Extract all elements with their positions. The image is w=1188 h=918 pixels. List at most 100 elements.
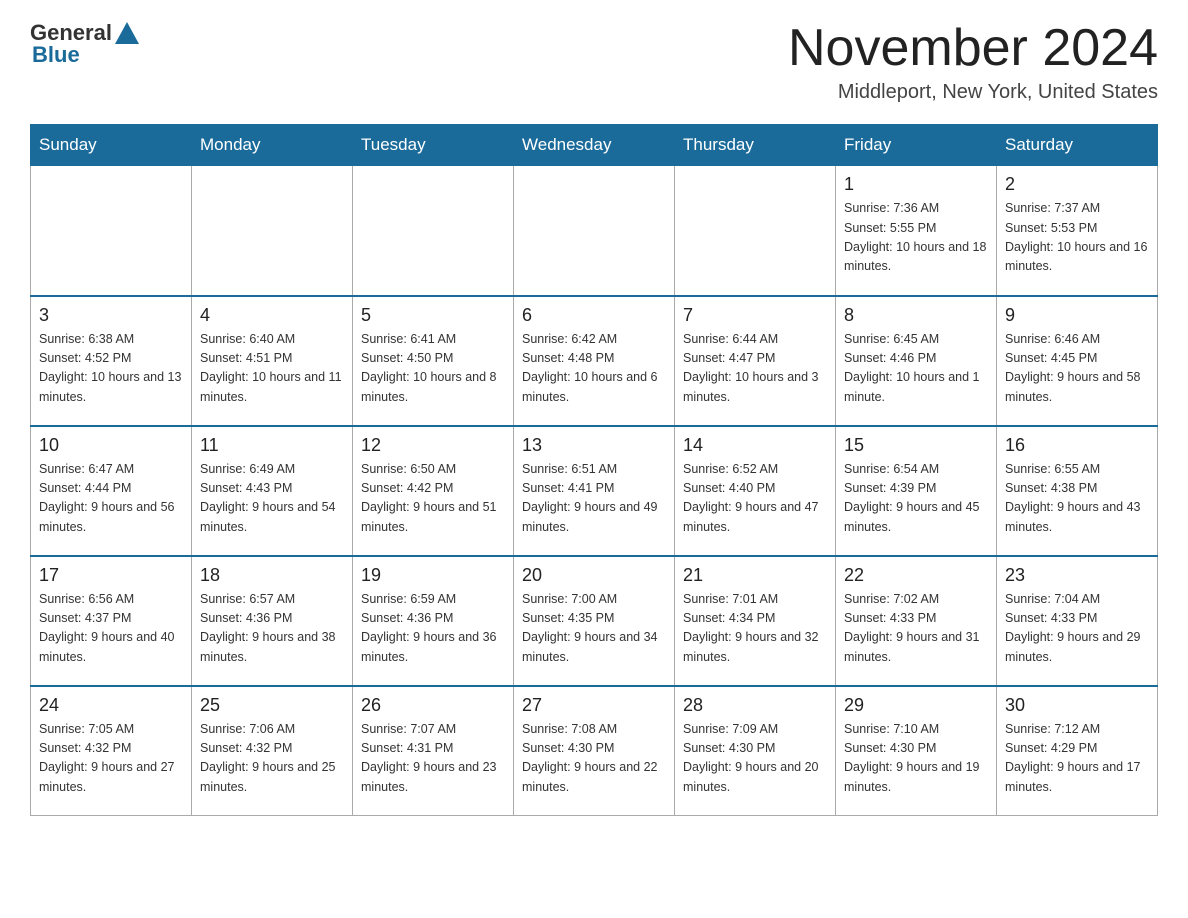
calendar-cell [675, 166, 836, 296]
day-number: 8 [844, 305, 988, 326]
day-info: Sunrise: 7:10 AMSunset: 4:30 PMDaylight:… [844, 720, 988, 798]
calendar-cell: 3 Sunrise: 6:38 AMSunset: 4:52 PMDaylight… [31, 296, 192, 426]
calendar-week-row: 17Sunrise: 6:56 AMSunset: 4:37 PMDayligh… [31, 556, 1158, 686]
day-number: 21 [683, 565, 827, 586]
calendar-cell [514, 166, 675, 296]
day-number: 16 [1005, 435, 1149, 456]
day-info: Sunrise: 6:50 AMSunset: 4:42 PMDaylight:… [361, 460, 505, 538]
day-info: Sunrise: 6:56 AMSunset: 4:37 PMDaylight:… [39, 590, 183, 668]
day-info: Sunrise: 7:07 AMSunset: 4:31 PMDaylight:… [361, 720, 505, 798]
day-info: Sunrise: 7:06 AMSunset: 4:32 PMDaylight:… [200, 720, 344, 798]
page-header: General Blue November 2024 Middleport, N… [30, 20, 1158, 104]
day-number: 3 [39, 305, 183, 326]
day-number: 12 [361, 435, 505, 456]
day-number: 30 [1005, 695, 1149, 716]
day-number: 22 [844, 565, 988, 586]
calendar-table: Sunday Monday Tuesday Wednesday Thursday… [30, 124, 1158, 816]
calendar-cell: 19 Sunrise: 6:59 AMSunset: 4:36 PMDayligh… [353, 556, 514, 686]
day-info: Sunrise: 6:57 AMSunset: 4:36 PMDaylight:… [200, 590, 344, 668]
day-info: Sunrise: 6:42 AMSunset: 4:48 PMDaylight:… [522, 330, 666, 408]
calendar-cell: 17Sunrise: 6:56 AMSunset: 4:37 PMDayligh… [31, 556, 192, 686]
calendar-header-row: Sunday Monday Tuesday Wednesday Thursday… [31, 125, 1158, 166]
calendar-cell: 1Sunrise: 7:36 AMSunset: 5:55 PMDaylight… [836, 166, 997, 296]
calendar-cell: 15 Sunrise: 6:54 AMSunset: 4:39 PMDayligh… [836, 426, 997, 556]
day-number: 6 [522, 305, 666, 326]
calendar-week-row: 10 Sunrise: 6:47 AMSunset: 4:44 PMDayligh… [31, 426, 1158, 556]
calendar-week-row: 1Sunrise: 7:36 AMSunset: 5:55 PMDaylight… [31, 166, 1158, 296]
calendar-week-row: 24 Sunrise: 7:05 AMSunset: 4:32 PMDayligh… [31, 686, 1158, 816]
calendar-cell: 5 Sunrise: 6:41 AMSunset: 4:50 PMDaylight… [353, 296, 514, 426]
day-info: Sunrise: 7:36 AMSunset: 5:55 PMDaylight:… [844, 199, 988, 277]
title-area: November 2024 Middleport, New York, Unit… [788, 20, 1158, 104]
day-number: 23 [1005, 565, 1149, 586]
calendar-cell: 26 Sunrise: 7:07 AMSunset: 4:31 PMDayligh… [353, 686, 514, 816]
day-info: Sunrise: 7:37 AMSunset: 5:53 PMDaylight:… [1005, 199, 1149, 277]
calendar-cell: 4 Sunrise: 6:40 AMSunset: 4:51 PMDaylight… [192, 296, 353, 426]
calendar-cell: 21 Sunrise: 7:01 AMSunset: 4:34 PMDayligh… [675, 556, 836, 686]
calendar-cell: 14 Sunrise: 6:52 AMSunset: 4:40 PMDayligh… [675, 426, 836, 556]
day-number: 2 [1005, 174, 1149, 195]
day-number: 29 [844, 695, 988, 716]
calendar-cell: 6 Sunrise: 6:42 AMSunset: 4:48 PMDaylight… [514, 296, 675, 426]
calendar-cell: 30 Sunrise: 7:12 AMSunset: 4:29 PMDayligh… [997, 686, 1158, 816]
day-number: 26 [361, 695, 505, 716]
calendar-cell: 2 Sunrise: 7:37 AMSunset: 5:53 PMDaylight… [997, 166, 1158, 296]
day-info: Sunrise: 6:47 AMSunset: 4:44 PMDaylight:… [39, 460, 183, 538]
col-thursday: Thursday [675, 125, 836, 166]
logo-triangle-icon [115, 22, 139, 44]
calendar-cell: 20 Sunrise: 7:00 AMSunset: 4:35 PMDayligh… [514, 556, 675, 686]
day-info: Sunrise: 6:54 AMSunset: 4:39 PMDaylight:… [844, 460, 988, 538]
day-number: 7 [683, 305, 827, 326]
calendar-cell: 9 Sunrise: 6:46 AMSunset: 4:45 PMDaylight… [997, 296, 1158, 426]
month-title: November 2024 [788, 20, 1158, 77]
day-info: Sunrise: 6:41 AMSunset: 4:50 PMDaylight:… [361, 330, 505, 408]
day-info: Sunrise: 7:00 AMSunset: 4:35 PMDaylight:… [522, 590, 666, 668]
day-number: 20 [522, 565, 666, 586]
col-sunday: Sunday [31, 125, 192, 166]
calendar-cell [353, 166, 514, 296]
col-tuesday: Tuesday [353, 125, 514, 166]
day-info: Sunrise: 6:55 AMSunset: 4:38 PMDaylight:… [1005, 460, 1149, 538]
calendar-cell: 18 Sunrise: 6:57 AMSunset: 4:36 PMDayligh… [192, 556, 353, 686]
calendar-cell: 10 Sunrise: 6:47 AMSunset: 4:44 PMDayligh… [31, 426, 192, 556]
calendar-cell: 13 Sunrise: 6:51 AMSunset: 4:41 PMDayligh… [514, 426, 675, 556]
day-info: Sunrise: 6:40 AMSunset: 4:51 PMDaylight:… [200, 330, 344, 408]
day-info: Sunrise: 6:46 AMSunset: 4:45 PMDaylight:… [1005, 330, 1149, 408]
day-number: 15 [844, 435, 988, 456]
day-info: Sunrise: 7:09 AMSunset: 4:30 PMDaylight:… [683, 720, 827, 798]
calendar-cell: 7Sunrise: 6:44 AMSunset: 4:47 PMDaylight… [675, 296, 836, 426]
day-number: 14 [683, 435, 827, 456]
calendar-cell: 24 Sunrise: 7:05 AMSunset: 4:32 PMDayligh… [31, 686, 192, 816]
col-friday: Friday [836, 125, 997, 166]
day-number: 19 [361, 565, 505, 586]
day-info: Sunrise: 7:12 AMSunset: 4:29 PMDaylight:… [1005, 720, 1149, 798]
day-number: 25 [200, 695, 344, 716]
day-number: 10 [39, 435, 183, 456]
day-info: Sunrise: 7:05 AMSunset: 4:32 PMDaylight:… [39, 720, 183, 798]
day-info: Sunrise: 7:01 AMSunset: 4:34 PMDaylight:… [683, 590, 827, 668]
day-number: 24 [39, 695, 183, 716]
col-monday: Monday [192, 125, 353, 166]
day-info: Sunrise: 6:38 AMSunset: 4:52 PMDaylight:… [39, 330, 183, 408]
day-info: Sunrise: 6:52 AMSunset: 4:40 PMDaylight:… [683, 460, 827, 538]
calendar-cell: 25 Sunrise: 7:06 AMSunset: 4:32 PMDayligh… [192, 686, 353, 816]
day-number: 9 [1005, 305, 1149, 326]
calendar-cell: 8Sunrise: 6:45 AMSunset: 4:46 PMDaylight… [836, 296, 997, 426]
col-saturday: Saturday [997, 125, 1158, 166]
calendar-cell: 28Sunrise: 7:09 AMSunset: 4:30 PMDayligh… [675, 686, 836, 816]
logo-blue-text: Blue [32, 42, 80, 68]
calendar-cell [31, 166, 192, 296]
day-info: Sunrise: 6:51 AMSunset: 4:41 PMDaylight:… [522, 460, 666, 538]
day-info: Sunrise: 6:49 AMSunset: 4:43 PMDaylight:… [200, 460, 344, 538]
day-number: 18 [200, 565, 344, 586]
calendar-cell: 29 Sunrise: 7:10 AMSunset: 4:30 PMDayligh… [836, 686, 997, 816]
day-number: 13 [522, 435, 666, 456]
calendar-cell: 11 Sunrise: 6:49 AMSunset: 4:43 PMDayligh… [192, 426, 353, 556]
day-info: Sunrise: 7:04 AMSunset: 4:33 PMDaylight:… [1005, 590, 1149, 668]
day-info: Sunrise: 7:02 AMSunset: 4:33 PMDaylight:… [844, 590, 988, 668]
day-info: Sunrise: 6:59 AMSunset: 4:36 PMDaylight:… [361, 590, 505, 668]
day-number: 4 [200, 305, 344, 326]
day-number: 5 [361, 305, 505, 326]
calendar-cell: 16 Sunrise: 6:55 AMSunset: 4:38 PMDayligh… [997, 426, 1158, 556]
day-number: 11 [200, 435, 344, 456]
